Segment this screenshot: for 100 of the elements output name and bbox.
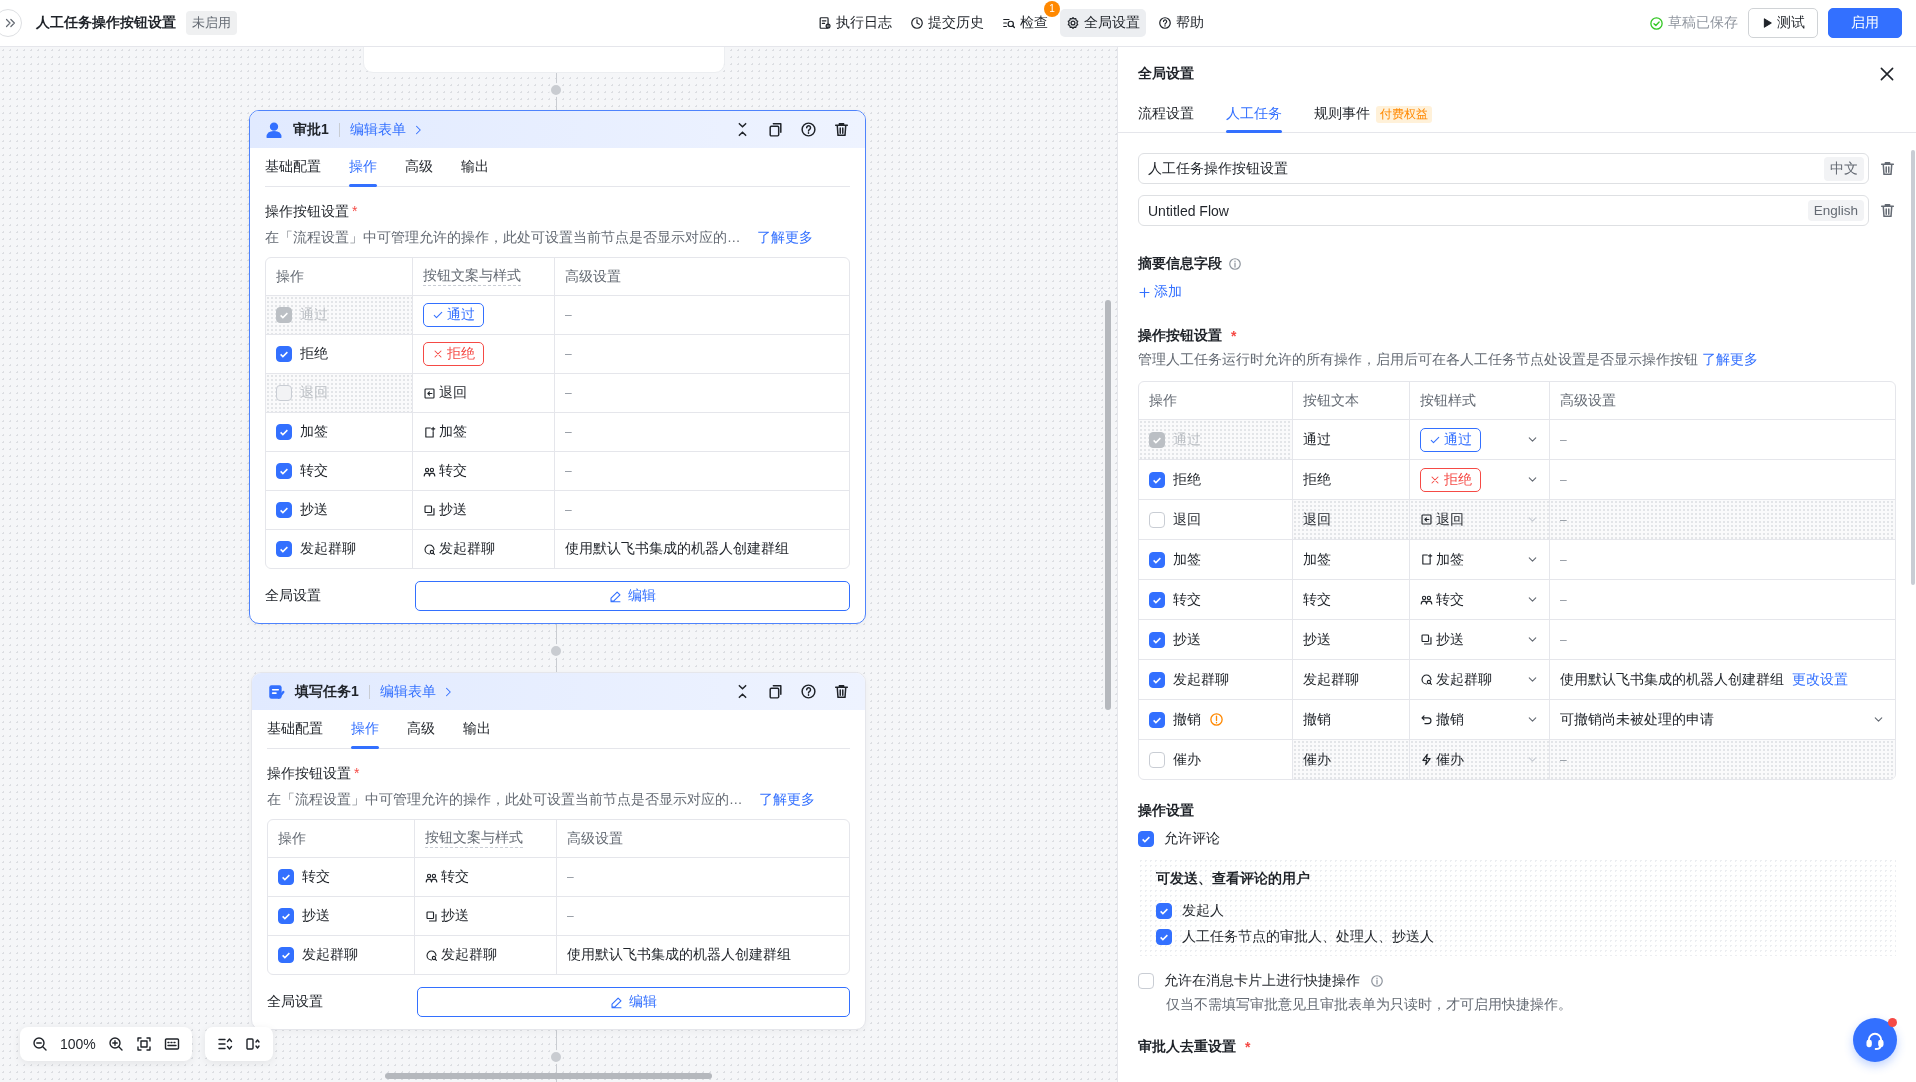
- style-label: 抄送: [1436, 630, 1464, 649]
- checkbox[interactable]: [276, 424, 292, 440]
- close-icon[interactable]: [1878, 65, 1896, 83]
- add-link[interactable]: 添加: [1138, 283, 1896, 301]
- tab[interactable]: 规则事件 付费权益: [1314, 93, 1432, 132]
- advanced-select[interactable]: 可撤销尚未被处理的申请: [1560, 710, 1885, 729]
- edit-form-link[interactable]: 编辑表单: [349, 120, 424, 139]
- tab[interactable]: 流程设置: [1138, 93, 1194, 132]
- checkbox[interactable]: [278, 869, 294, 885]
- checkbox[interactable]: [276, 541, 292, 557]
- fit-view-icon[interactable]: [135, 1036, 152, 1052]
- scrollbar[interactable]: [1105, 300, 1111, 710]
- section-title: 操作按钮设置: [267, 765, 351, 781]
- tab[interactable]: 基础配置: [267, 710, 323, 748]
- name-field[interactable]: Untitled Flow English: [1138, 195, 1869, 226]
- change-settings-link[interactable]: 更改设置: [1792, 670, 1848, 689]
- style-select[interactable]: 发起群聊: [1420, 670, 1539, 689]
- edit-form-link[interactable]: 编辑表单: [379, 682, 454, 701]
- edit-button[interactable]: 编辑: [417, 987, 850, 1017]
- checkbox[interactable]: [1149, 711, 1165, 728]
- button-text: 抄送: [439, 501, 467, 519]
- add-node-dot[interactable]: [549, 644, 563, 658]
- advanced-setting: 使用默认飞书集成的机器人创建群组: [565, 540, 789, 558]
- checkbox[interactable]: [1149, 591, 1165, 608]
- checkbox[interactable]: [1156, 929, 1172, 945]
- action-label: 拒绝: [1173, 470, 1201, 489]
- edit-button[interactable]: 编辑: [415, 581, 850, 611]
- action-label: 发起群聊: [1173, 670, 1229, 689]
- action-label: 退回: [1173, 510, 1201, 529]
- add-node-dot[interactable]: [549, 83, 563, 97]
- style-select[interactable]: 转交: [1420, 590, 1539, 609]
- empty-marker: –: [565, 464, 572, 478]
- checkbox[interactable]: [1149, 511, 1165, 528]
- status-tag: 未启用: [186, 11, 237, 35]
- keyboard-icon[interactable]: [163, 1036, 180, 1052]
- copy-icon[interactable]: [767, 121, 784, 138]
- add-document-icon: [423, 425, 436, 439]
- expand-button[interactable]: [0, 9, 22, 37]
- style-tag: 拒绝: [1420, 467, 1481, 492]
- checkbox[interactable]: [278, 947, 294, 963]
- enable-button[interactable]: 启用: [1828, 8, 1902, 38]
- checkbox[interactable]: [1138, 831, 1154, 847]
- test-button[interactable]: 测试: [1748, 8, 1818, 38]
- checkbox[interactable]: [1138, 973, 1154, 989]
- learn-more-link[interactable]: 了解更多: [756, 229, 813, 247]
- checkbox[interactable]: [1149, 631, 1165, 648]
- checkbox[interactable]: [276, 463, 292, 479]
- style-select[interactable]: 加签: [1420, 550, 1539, 569]
- zoom-in-icon[interactable]: [107, 1036, 124, 1052]
- name-field[interactable]: 人工任务操作按钮设置 中文: [1138, 153, 1869, 184]
- checkbox[interactable]: [1149, 671, 1165, 688]
- paid-badge: 付费权益: [1376, 105, 1432, 123]
- delete-icon[interactable]: [833, 683, 850, 700]
- tab[interactable]: 基础配置: [265, 148, 321, 186]
- tab[interactable]: 操作: [349, 148, 377, 186]
- empty-marker: –: [1560, 592, 1567, 607]
- undo-icon: [1420, 713, 1433, 726]
- scrollbar[interactable]: [1911, 150, 1915, 585]
- copy-icon: [425, 909, 438, 923]
- scrollbar[interactable]: [385, 1073, 712, 1079]
- tab[interactable]: 人工任务: [1226, 93, 1282, 132]
- add-node-dot[interactable]: [549, 1050, 563, 1064]
- checkbox[interactable]: [276, 502, 292, 518]
- checkbox[interactable]: [278, 908, 294, 924]
- double-chevron-icon: [3, 16, 17, 30]
- style-select[interactable]: 拒绝: [1420, 467, 1539, 492]
- help-icon[interactable]: [800, 683, 817, 700]
- panel-toggle-icon[interactable]: [245, 1036, 261, 1052]
- tab[interactable]: 高级: [405, 148, 433, 186]
- support-button[interactable]: [1853, 1018, 1897, 1062]
- delete-icon[interactable]: [833, 121, 850, 138]
- zoom-out-icon[interactable]: [32, 1036, 48, 1052]
- node-card[interactable]: 填写任务1 编辑表单 基础配置 操作 高级 输出 操作按钮设置 * 在「流程设置」中可管理允许的操作，此处可设置当前节点是否显示对应的… 了解更多 操作 按钮文案与样式 高级设置 转交 转交 – 抄送 抄送 – 发起群聊 发起群聊 使用默认飞书集成的机器人创建群组 全局设置 编辑: [251, 672, 866, 1030]
- empty-marker: –: [1560, 432, 1567, 447]
- learn-more-link[interactable]: 了解更多: [1701, 352, 1758, 367]
- toolbar-button[interactable]: 执行日志: [812, 9, 898, 37]
- toolbar-button[interactable]: 帮助: [1152, 9, 1210, 37]
- help-icon: [1158, 16, 1172, 30]
- checkbox[interactable]: [1149, 471, 1165, 488]
- action-label: 发起群聊: [302, 946, 358, 964]
- tab[interactable]: 高级: [407, 710, 435, 748]
- toolbar-button[interactable]: 提交历史: [904, 9, 990, 37]
- action-label: 拒绝: [300, 345, 328, 363]
- section-title: 操作设置: [1138, 802, 1194, 820]
- learn-more-link[interactable]: 了解更多: [758, 791, 815, 809]
- tab[interactable]: 输出: [463, 710, 491, 748]
- copy-icon[interactable]: [767, 683, 784, 700]
- toolbar-button[interactable]: 全局设置: [1060, 9, 1146, 37]
- tab[interactable]: 操作: [351, 710, 379, 748]
- checkbox[interactable]: [276, 346, 292, 362]
- checkbox[interactable]: [1149, 751, 1165, 768]
- checkbox[interactable]: [1149, 551, 1165, 568]
- help-icon[interactable]: [800, 121, 817, 138]
- button-text: 撤销: [1303, 710, 1331, 729]
- style-select[interactable]: 抄送: [1420, 630, 1539, 649]
- checkbox[interactable]: [1156, 903, 1172, 919]
- style-select[interactable]: 撤销: [1420, 710, 1539, 729]
- empty-marker: –: [565, 503, 572, 517]
- tab[interactable]: 输出: [461, 148, 489, 186]
- sort-icon[interactable]: [217, 1036, 233, 1052]
